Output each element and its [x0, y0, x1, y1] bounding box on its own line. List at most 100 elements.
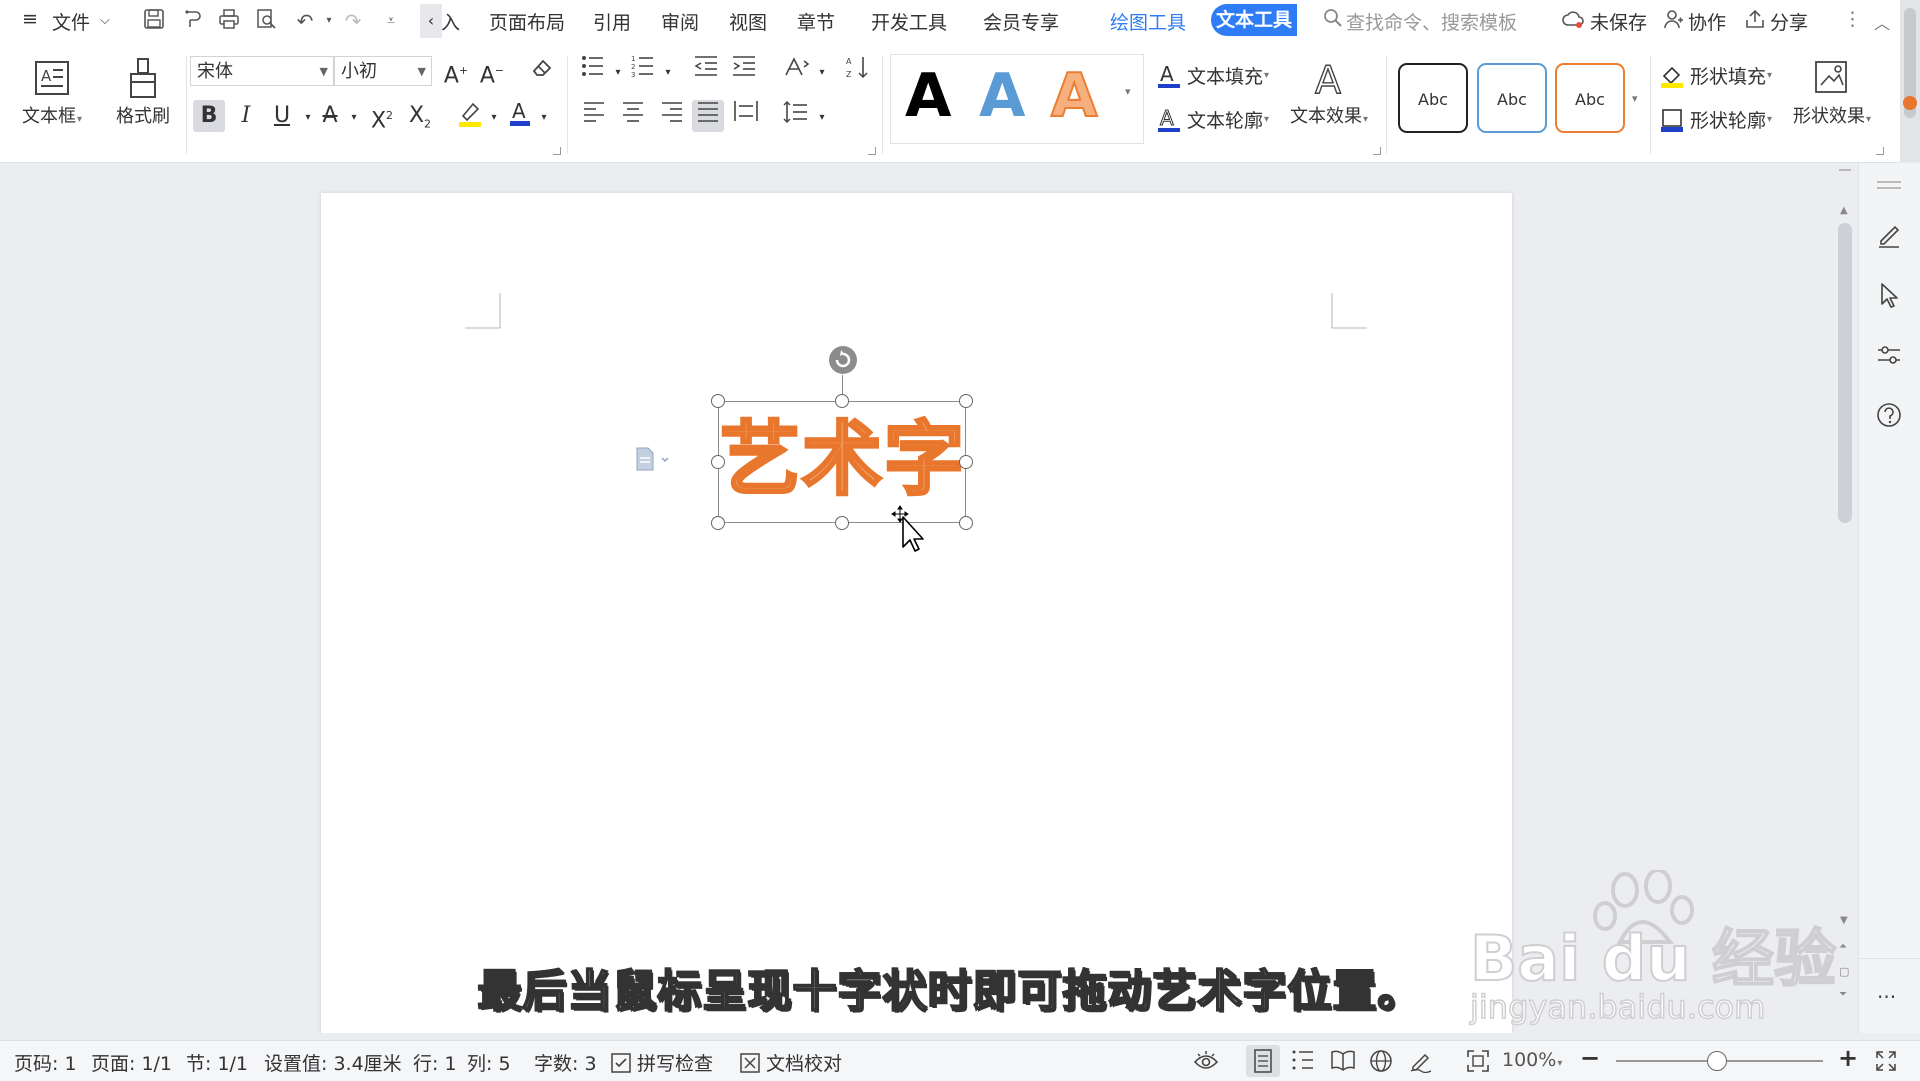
- status-word-count[interactable]: 字数: 3: [534, 1049, 597, 1076]
- wordart-style-orange[interactable]: A: [1050, 60, 1098, 132]
- status-page-count[interactable]: 页面: 1/1: [91, 1049, 172, 1076]
- tab-developer[interactable]: 开发工具: [871, 8, 947, 35]
- status-page-number[interactable]: 页码: 1: [14, 1049, 77, 1076]
- text-fill-button[interactable]: A 文本填充 ▾: [1157, 62, 1269, 89]
- subscript-icon[interactable]: X2: [404, 100, 436, 132]
- tab-member[interactable]: 会员专享: [983, 8, 1059, 35]
- resize-handle-bottom-left[interactable]: [711, 516, 725, 530]
- resize-handle-top-right[interactable]: [959, 394, 973, 408]
- sort-icon[interactable]: AZ: [842, 55, 874, 87]
- more-options-icon[interactable]: ⋮: [1843, 8, 1862, 30]
- search-input[interactable]: 查找命令、搜索模板: [1346, 8, 1517, 35]
- pen-edit-icon[interactable]: [1875, 221, 1903, 254]
- shape-dialog-launcher[interactable]: [1876, 147, 1884, 155]
- gallery-more-icon[interactable]: ▾: [1125, 85, 1131, 98]
- collaborate-button[interactable]: 协作: [1688, 8, 1726, 35]
- numbered-dropdown-icon[interactable]: ▾: [652, 57, 684, 89]
- vertical-scrollbar[interactable]: ▲ ▼ ⏶ ▢ ⏷: [1834, 163, 1856, 1033]
- increase-font-icon[interactable]: A+: [440, 55, 472, 88]
- scroll-up-icon[interactable]: ▲: [1840, 205, 1848, 216]
- resize-handle-bottom[interactable]: [835, 516, 849, 530]
- tab-insert-partial[interactable]: 入: [441, 8, 460, 35]
- select-pointer-icon[interactable]: [1877, 281, 1901, 314]
- format-painter-button[interactable]: 格式刷: [108, 54, 178, 128]
- shape-effect-button[interactable]: 形状效果▾: [1784, 54, 1880, 128]
- tab-review[interactable]: 审阅: [661, 8, 699, 35]
- fullscreen-icon[interactable]: [1874, 1049, 1898, 1078]
- share-button[interactable]: 分享: [1770, 8, 1808, 35]
- font-color-dropdown-icon[interactable]: ▾: [528, 102, 560, 134]
- tab-chapter[interactable]: 章节: [797, 8, 835, 35]
- tab-text-tools[interactable]: 文本工具: [1211, 4, 1297, 36]
- prev-page-icon[interactable]: ⏶: [1839, 941, 1847, 952]
- text-effect-button[interactable]: A 文本效果▾: [1284, 54, 1374, 128]
- shape-style-orange[interactable]: Abc: [1555, 63, 1625, 133]
- undo-icon[interactable]: ↶: [292, 8, 318, 34]
- decrease-font-icon[interactable]: A−: [476, 55, 508, 88]
- font-size-select[interactable]: 小初 ▼: [334, 56, 432, 86]
- zoom-level[interactable]: 100%▾: [1502, 1049, 1562, 1071]
- textbox-button[interactable]: A 文本框▾: [14, 54, 90, 128]
- align-center-icon[interactable]: [617, 100, 649, 132]
- text-direction-dropdown-icon[interactable]: ▾: [806, 57, 838, 89]
- redo-icon[interactable]: ↷: [340, 8, 366, 34]
- file-menu[interactable]: 文件: [52, 8, 90, 35]
- print-icon[interactable]: [216, 8, 242, 34]
- shape-style-black[interactable]: Abc: [1398, 63, 1468, 133]
- tab-references[interactable]: 引用: [593, 8, 631, 35]
- save-icon[interactable]: [141, 8, 167, 34]
- rotate-handle-icon[interactable]: [828, 345, 858, 380]
- italic-icon[interactable]: I: [230, 100, 262, 132]
- print-preview-icon[interactable]: [253, 8, 279, 34]
- chevron-down-icon[interactable]: ⌵: [100, 13, 110, 28]
- text-dialog-launcher[interactable]: [1373, 147, 1381, 155]
- increase-indent-icon[interactable]: [728, 55, 760, 87]
- tab-drawing-tools[interactable]: 绘图工具: [1110, 8, 1186, 35]
- document-proof-button[interactable]: 文档校对: [740, 1049, 842, 1076]
- hamburger-menu-icon[interactable]: ≡: [22, 8, 38, 30]
- zoom-in-icon[interactable]: +: [1838, 1044, 1858, 1072]
- web-view-icon[interactable]: [1369, 1049, 1393, 1078]
- text-outline-button[interactable]: A 文本轮廓 ▾: [1157, 106, 1269, 133]
- undo-dropdown-icon[interactable]: ▾: [316, 8, 342, 34]
- align-left-icon[interactable]: [578, 100, 610, 132]
- resize-handle-bottom-right[interactable]: [959, 516, 973, 530]
- cloud-sync-icon[interactable]: [1560, 8, 1586, 34]
- document-page[interactable]: [321, 193, 1512, 1033]
- status-setting-value[interactable]: 设置值: 3.4厘米: [264, 1049, 402, 1076]
- wordart-style-black[interactable]: A: [905, 61, 951, 131]
- page-view-icon[interactable]: [1246, 1045, 1280, 1077]
- export-icon[interactable]: [179, 8, 205, 34]
- superscript-icon[interactable]: X2: [366, 100, 398, 133]
- unsaved-status[interactable]: 未保存: [1590, 8, 1647, 35]
- resize-handle-top[interactable]: [835, 394, 849, 408]
- write-mode-icon[interactable]: [1409, 1049, 1433, 1078]
- wordart-textbox[interactable]: 艺术字: [711, 394, 973, 530]
- tab-page-layout[interactable]: 页面布局: [489, 8, 565, 35]
- line-spacing-dropdown-icon[interactable]: ▾: [806, 102, 838, 134]
- resize-handle-right[interactable]: [959, 455, 973, 469]
- reading-view-icon[interactable]: [1330, 1049, 1356, 1076]
- status-row[interactable]: 行: 1: [413, 1049, 457, 1076]
- shape-outline-button[interactable]: 形状轮廓 ▾: [1660, 106, 1772, 133]
- customize-quick-access-icon[interactable]: ⩡: [378, 8, 404, 34]
- scroll-down-icon[interactable]: ▼: [1840, 915, 1848, 926]
- tab-view[interactable]: 视图: [729, 8, 767, 35]
- resize-handle-left[interactable]: [711, 455, 725, 469]
- zoom-out-icon[interactable]: −: [1580, 1044, 1600, 1072]
- resize-handle-top-left[interactable]: [711, 394, 725, 408]
- font-dialog-launcher[interactable]: [553, 147, 561, 155]
- share-icon[interactable]: [1742, 8, 1768, 34]
- search-icon[interactable]: [1320, 8, 1346, 34]
- scrollbar-thumb[interactable]: [1838, 223, 1852, 523]
- collaborate-icon[interactable]: [1660, 8, 1686, 34]
- distribute-icon[interactable]: [730, 100, 762, 132]
- paste-options-icon[interactable]: [634, 447, 674, 476]
- eye-protection-icon[interactable]: [1193, 1049, 1219, 1076]
- justify-icon[interactable]: [692, 100, 724, 132]
- status-column[interactable]: 列: 5: [467, 1049, 511, 1076]
- outline-view-icon[interactable]: [1291, 1049, 1315, 1076]
- zoom-slider-thumb[interactable]: [1707, 1051, 1727, 1071]
- fit-page-icon[interactable]: [1466, 1049, 1490, 1078]
- decrease-indent-icon[interactable]: [690, 55, 722, 87]
